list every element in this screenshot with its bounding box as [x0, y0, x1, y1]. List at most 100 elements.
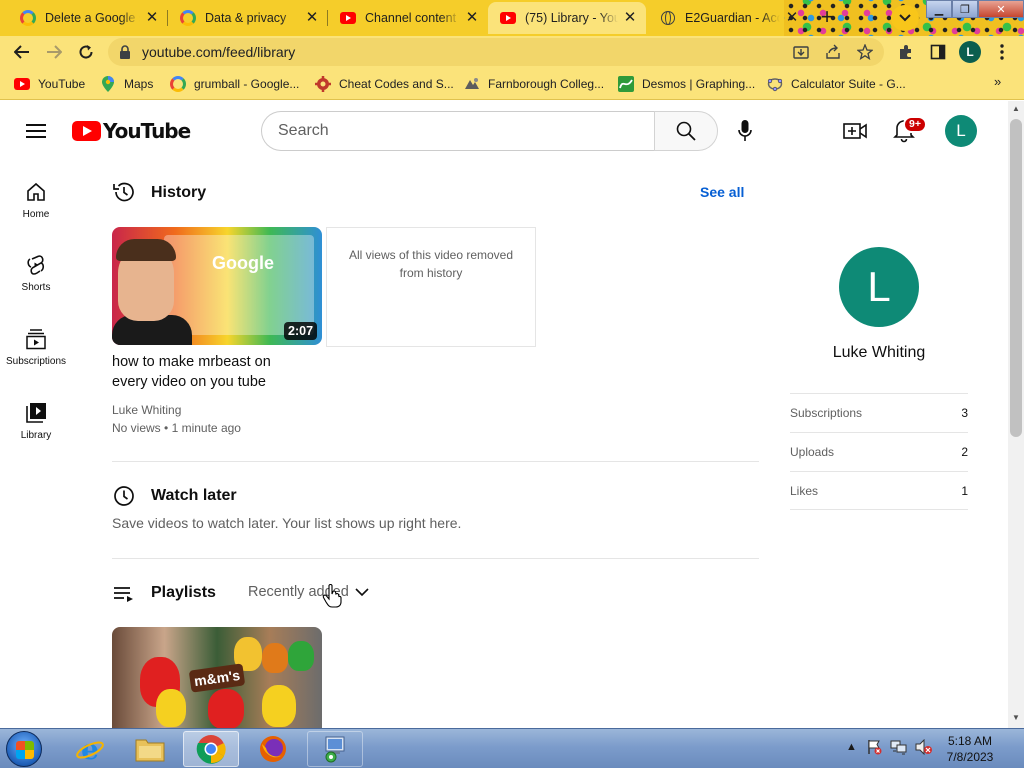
install-app-icon[interactable] [792, 43, 810, 61]
create-video-icon[interactable] [843, 119, 867, 143]
page-scrollbar[interactable]: ▲ ▼ [1008, 101, 1024, 728]
firefox-icon[interactable] [245, 731, 301, 767]
scroll-up-arrow-icon[interactable]: ▲ [1012, 104, 1020, 113]
close-window-button[interactable]: ✕ [978, 0, 1024, 18]
restore-window-button[interactable]: ❐ [952, 0, 978, 18]
browser-tab-4-active[interactable]: (75) Library - You ✕ [488, 2, 646, 34]
bookmark-grumball[interactable]: grumball - Google... [170, 75, 299, 93]
guide-item-library[interactable]: Library [0, 402, 72, 464]
stat-divider [790, 509, 968, 510]
bookmarks-overflow-button[interactable]: » [994, 74, 1001, 89]
window-controls: ▁ ❐ ✕ [926, 0, 1024, 18]
playlist-thumbnail[interactable]: m&m's [112, 627, 322, 728]
lock-icon [120, 45, 130, 59]
bookmark-star-icon[interactable] [856, 43, 874, 61]
guide-item-shorts[interactable]: Shorts [0, 254, 72, 316]
close-tab-icon[interactable]: ✕ [464, 10, 480, 26]
profile-stat-likes: Likes 1 [790, 471, 968, 510]
bookmark-maps[interactable]: Maps [100, 75, 153, 93]
stat-value: 2 [961, 445, 968, 459]
bookmark-cheat-codes[interactable]: Cheat Codes and S... [315, 75, 454, 93]
bookmark-farnborough-college[interactable]: Farnborough Colleg... [464, 75, 604, 93]
account-avatar[interactable]: L [945, 115, 977, 147]
reload-button[interactable] [74, 40, 98, 64]
url-text[interactable]: youtube.com/feed/library [142, 44, 295, 60]
taskbar-clock[interactable]: 5:18 AM 7/8/2023 [940, 733, 1000, 765]
chevron-down-icon [355, 587, 369, 596]
playlists-sort-dropdown[interactable]: Recently added [248, 584, 369, 600]
close-tab-icon[interactable]: ✕ [144, 10, 160, 26]
youtube-icon [340, 10, 356, 26]
network-icon[interactable] [890, 739, 908, 758]
back-button[interactable] [10, 40, 34, 64]
windows-start-button[interactable] [6, 731, 42, 767]
search-icon [676, 121, 696, 141]
profile-name: Luke Whiting [832, 344, 926, 361]
bookmark-label: Maps [124, 77, 154, 91]
playlists-icon [114, 587, 133, 602]
bookmark-calculator-suite[interactable]: Calculator Suite - G... [767, 75, 906, 93]
guide-item-subscriptions[interactable]: Subscriptions [0, 328, 72, 390]
search-input[interactable]: Search [261, 111, 655, 151]
tab-search-button[interactable] [891, 5, 919, 31]
desmos-icon [618, 76, 634, 92]
browser-tab-1[interactable]: Delete a Google s ✕ [8, 2, 168, 34]
scroll-down-arrow-icon[interactable]: ▼ [1012, 713, 1020, 722]
browser-toolbar: youtube.com/feed/library [0, 36, 1024, 68]
watch-later-empty-message: Save videos to watch later. Your list sh… [112, 515, 462, 531]
tab-title: Channel content - [365, 11, 460, 25]
youtube-logo[interactable]: YouTube [72, 119, 191, 143]
globe-icon [660, 10, 676, 26]
library-icon [26, 403, 46, 423]
share-icon[interactable] [824, 43, 842, 61]
volume-muted-icon[interactable] [915, 738, 933, 758]
playlists-section-title[interactable]: Playlists [151, 584, 216, 602]
shorts-icon [27, 255, 45, 275]
chrome-menu-button[interactable] [990, 40, 1014, 64]
action-center-flag-icon[interactable] [866, 739, 882, 758]
history-section-title[interactable]: History [151, 184, 206, 202]
hamburger-menu-icon[interactable] [26, 124, 46, 138]
extensions-button[interactable] [894, 40, 918, 64]
browser-tab-3[interactable]: Channel content - ✕ [328, 2, 488, 34]
internet-explorer-icon[interactable]: e [62, 731, 118, 767]
address-bar[interactable]: youtube.com/feed/library [108, 38, 884, 66]
browser-tab-5[interactable]: E2Guardian - Acc ✕ [648, 2, 808, 34]
history-video-channel[interactable]: Luke Whiting [112, 403, 181, 417]
stat-label: Likes [790, 484, 819, 498]
browser-tab-2[interactable]: Data & privacy ✕ [168, 2, 328, 34]
windows-taskbar: e ▲ [0, 728, 1024, 768]
chrome-profile-avatar[interactable]: L [959, 41, 981, 63]
close-tab-icon[interactable]: ✕ [784, 10, 800, 26]
close-tab-icon[interactable]: ✕ [622, 10, 638, 26]
svg-text:e: e [81, 734, 99, 764]
file-explorer-icon[interactable] [122, 731, 178, 767]
new-tab-button[interactable]: + [815, 6, 839, 30]
minimize-window-button[interactable]: ▁ [926, 0, 952, 18]
close-tab-icon[interactable]: ✕ [304, 10, 320, 26]
tab-title: Delete a Google s [45, 11, 140, 25]
kebab-menu-icon [1000, 44, 1004, 60]
forward-button[interactable] [42, 40, 66, 64]
arrow-left-icon [14, 45, 29, 59]
search-button[interactable] [654, 111, 718, 151]
history-video-title[interactable]: how to make mrbeast on every video on yo… [112, 352, 287, 392]
bookmark-label: Farnborough Colleg... [488, 77, 605, 91]
notifications-count-badge: 9+ [903, 116, 927, 133]
tab-title: E2Guardian - Acc [685, 11, 780, 25]
puzzle-icon [900, 45, 911, 59]
history-icon [113, 182, 134, 202]
see-all-history-link[interactable]: See all [700, 184, 744, 200]
chrome-icon[interactable] [183, 731, 239, 767]
guide-item-home[interactable]: Home [0, 181, 72, 243]
removed-from-history-card: All views of this video removed from his… [326, 227, 536, 347]
watch-later-section-title[interactable]: Watch later [151, 487, 237, 505]
home-icon [27, 182, 45, 201]
bookmark-desmos[interactable]: Desmos | Graphing... [618, 75, 755, 93]
control-panel-icon[interactable] [307, 731, 363, 767]
scrollbar-thumb[interactable] [1010, 119, 1022, 437]
bookmark-youtube[interactable]: YouTube [14, 75, 85, 93]
side-panel-button[interactable] [926, 40, 950, 64]
voice-search-button[interactable] [735, 119, 755, 143]
show-hidden-icons-arrow[interactable]: ▲ [846, 741, 857, 753]
